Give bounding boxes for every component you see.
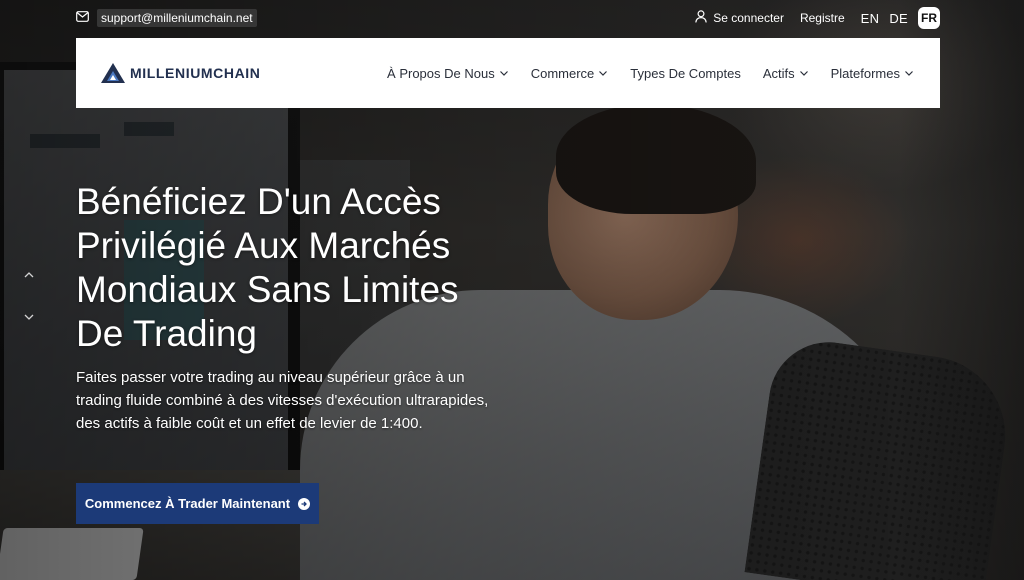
nav-menu: À Propos De Nous Commerce Types De Compt…: [387, 66, 914, 81]
hero-subtitle: Faites passer votre trading au niveau su…: [76, 369, 489, 432]
nav-item-commerce[interactable]: Commerce: [531, 66, 609, 81]
nav-item-assets-label: Actifs: [762, 65, 795, 81]
arrow-right-circle-icon: [298, 497, 311, 510]
logo-text: MILLENIUMCHAIN: [130, 65, 261, 81]
register-link[interactable]: Registre: [800, 11, 845, 25]
main-navbar: MILLENIUMCHAIN À Propos De Nous Commerce…: [76, 38, 940, 108]
site-logo[interactable]: MILLENIUMCHAIN: [100, 62, 261, 84]
slider-prev-button[interactable]: [14, 260, 44, 290]
logo-mark-icon: [101, 63, 125, 83]
language-fr-active[interactable]: FR: [918, 7, 940, 29]
language-de[interactable]: DE: [889, 11, 908, 26]
login-link[interactable]: Se connecter: [695, 10, 784, 26]
top-bar: support@milleniumchain.net Se connecter …: [0, 0, 1024, 36]
chevron-down-icon: [24, 314, 34, 320]
chevron-down-icon: [599, 71, 608, 76]
user-icon: [695, 10, 708, 26]
nav-item-commerce-label: Commerce: [530, 65, 595, 81]
start-trading-label: Commencez À Trader Maintenant: [84, 496, 291, 511]
envelope-icon: [76, 11, 89, 25]
chevron-down-icon: [799, 71, 808, 76]
nav-item-account-types[interactable]: Types De Comptes: [630, 66, 741, 81]
nav-item-platforms[interactable]: Plateformes: [831, 66, 914, 81]
chevron-down-icon: [905, 71, 913, 76]
language-en[interactable]: EN: [861, 11, 880, 26]
support-contact: support@milleniumchain.net: [76, 9, 257, 27]
chevron-up-icon: [24, 272, 34, 278]
top-bar-actions: Se connecter Registre EN DE FR: [695, 7, 940, 29]
language-switcher: EN DE FR: [861, 7, 940, 29]
nav-item-account-types-label: Types De Comptes: [630, 65, 741, 81]
chevron-down-icon: [499, 71, 508, 76]
slider-next-button[interactable]: [14, 302, 44, 332]
start-trading-button[interactable]: Commencez À Trader Maintenant: [76, 483, 319, 524]
hero-title: Bénéficiez D'un Accès Privilégié Aux Mar…: [76, 181, 459, 354]
nav-item-platforms-label: Plateformes: [830, 65, 900, 81]
nav-item-about[interactable]: À Propos De Nous: [387, 66, 509, 81]
login-label: Se connecter: [713, 11, 784, 25]
support-email-link[interactable]: support@milleniumchain.net: [97, 9, 257, 27]
nav-item-about-label: À Propos De Nous: [387, 65, 495, 81]
nav-item-assets[interactable]: Actifs: [763, 66, 809, 81]
